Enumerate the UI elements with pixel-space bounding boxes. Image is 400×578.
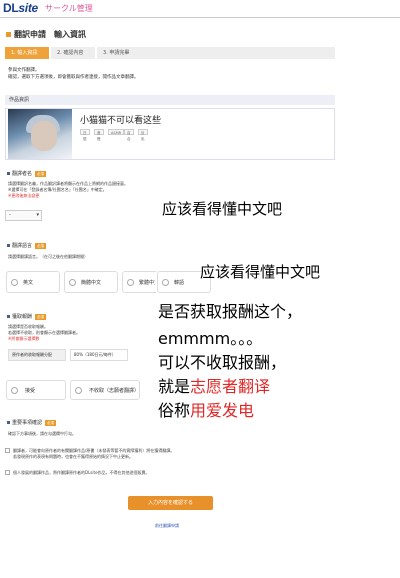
radio-icon	[69, 279, 76, 286]
translator-select[interactable]: - ▾	[5, 210, 42, 221]
section-marker-icon	[7, 244, 10, 247]
chevron-down-icon: ▾	[36, 212, 39, 218]
radio-icon	[162, 279, 169, 286]
annotation-line-g-highlight: 用爱发电	[190, 401, 255, 420]
thumbnail-face	[31, 121, 57, 151]
step-2: 2. 確認內容	[51, 47, 95, 59]
confirm-submit-button[interactable]: 入力內容を確認する	[128, 496, 213, 510]
back-link[interactable]: 前往翻譯申請	[155, 523, 179, 529]
step-1: 1. 輸入資訊	[5, 47, 49, 59]
step-indicator: 1. 輸入資訊 2. 確認內容 3. 申請完畢	[5, 47, 335, 59]
reward-option-accept[interactable]: 接受	[6, 380, 66, 400]
radio-icon	[127, 279, 134, 286]
confirm-note: 確認下方事項後，請在勾選欄中打勾。	[8, 431, 76, 436]
reward-share-label: 原作者的收取報酬分配	[8, 349, 66, 361]
page-title-text: 翻訳申請 輸入資訊	[14, 30, 86, 39]
tag: 日語	[80, 129, 90, 141]
work-section-header: 作品資訊	[5, 95, 335, 105]
language-note: 請選擇翻譯語言。（在可之後在他翻譯期間）	[8, 254, 88, 259]
reward-option-label: 不收取（志願者翻譯）	[89, 388, 140, 394]
required-badge: 必須	[45, 419, 57, 426]
top-header: DLsite サークル管理	[0, 0, 400, 16]
translator-select-value: -	[9, 212, 11, 218]
annotation-line-f: 就是志愿者翻译	[158, 378, 270, 396]
confirm-check-1-line-b: 若發現原作的表現有問題時，也會在不獲得原始的情況下中止更新。	[13, 454, 133, 459]
tag: 音聲	[94, 129, 104, 141]
confirm-check-2[interactable]: 個人發展的翻譯作品，將作翻譯原作者的DLsite作品，不得在其他途徑販賣。	[5, 470, 335, 476]
translator-note-3: ※更改後無法變更	[8, 193, 40, 198]
radio-icon	[11, 279, 18, 286]
reward-option-volunteer[interactable]: 不收取（志願者翻譯）	[70, 380, 140, 400]
annotation-line-e: 可以不收取报酬，	[158, 353, 287, 372]
annotation-line-d: emmmm。。。	[158, 329, 263, 348]
required-badge: 必須	[35, 170, 47, 177]
intro-text: 參與文作翻譯。 確認，選取下方選項後，即會獲取與作者連接，開作品文章翻譯。	[8, 67, 328, 81]
required-badge: 必須	[35, 242, 47, 249]
confirm-check-2-text: 個人發展的翻譯作品，將作翻譯原作者的DLsite作品，不得在其他途徑販賣。	[13, 470, 150, 475]
translator-title-text: 翻譯者名	[12, 171, 33, 177]
step-3: 3. 申請完畢	[97, 47, 335, 59]
checkbox-icon[interactable]	[5, 470, 10, 475]
intro-line-1: 參與文作翻譯。	[8, 68, 40, 73]
logo-dl: DL	[3, 1, 19, 15]
language-option-label: 韓語	[174, 280, 185, 286]
reward-section-title: 獲取報酬 必須	[7, 313, 47, 320]
dlsite-logo[interactable]: DLsite	[3, 1, 38, 15]
radio-icon	[11, 387, 18, 394]
annotation-line-c: 是否获取报酬这个，	[158, 302, 303, 321]
annotation-line-f-highlight: 志愿者翻译	[190, 377, 271, 396]
language-option-english[interactable]: 英文	[6, 271, 60, 293]
reward-option-label: 接受	[25, 388, 36, 394]
header-divider	[0, 17, 400, 18]
required-badge: 必須	[35, 313, 47, 320]
annotation-line-a: 应该看得懂中文吧	[162, 200, 283, 218]
language-option-simplified-chinese[interactable]: 簡體中文	[64, 271, 118, 293]
tag: 百合	[124, 129, 134, 141]
tag: ASMR	[108, 129, 125, 135]
title-marker-icon	[6, 32, 11, 37]
confirm-title-text: 重要事項確認	[12, 420, 43, 426]
translator-section-title: 翻譯者名 必須	[7, 170, 47, 177]
tag: 巨乳	[138, 129, 148, 141]
language-option-label: 簡體中文	[81, 280, 102, 286]
work-title[interactable]: 小猫猫不可以看这些	[80, 113, 161, 126]
reward-title-text: 獲取報酬	[12, 314, 33, 320]
intro-line-2: 確認，選取下方選項後，即會獲取與作者連接，開作品文章翻譯。	[8, 75, 139, 80]
annotation-line-b: 应该看得懂中文吧	[200, 263, 321, 281]
language-title-text: 翻譯語言	[12, 243, 33, 249]
reward-share-row: 原作者的收取報酬分配 80%（180日元/每件）	[8, 349, 128, 361]
radio-icon	[75, 387, 82, 394]
annotation-line-g-pre: 俗称	[158, 401, 191, 420]
confirm-check-1[interactable]: 翻譯者，可能會向原作者的有關翻譯作品/原書（未發表等暫不的實際獲利）將在獲得翻譯…	[5, 448, 335, 460]
translator-notes: 請選擇翻訳名義，作品翻訳譯者將顯示在作品上將網的作品鏈接裏。 ※選擇可在「登錄者…	[8, 181, 328, 199]
annotation-line-f-pre: 就是	[158, 377, 191, 396]
language-section-title: 翻譯語言 必須	[7, 242, 47, 249]
section-marker-icon	[7, 421, 10, 424]
checkbox-icon[interactable]	[5, 448, 10, 453]
section-marker-icon	[7, 172, 10, 175]
language-option-label: 英文	[23, 280, 34, 286]
annotation-line-g: 俗称用爱发电	[158, 402, 254, 420]
work-thumbnail[interactable]	[8, 109, 72, 159]
reward-share-value: 80%（180日元/每件）	[70, 349, 128, 361]
page-title: 翻訳申請 輸入資訊	[6, 29, 86, 40]
section-marker-icon	[7, 315, 10, 318]
circle-management-label[interactable]: サークル管理	[45, 3, 93, 14]
confirm-section-title: 重要事項確認 必須	[7, 419, 57, 426]
logo-site: site	[18, 1, 38, 15]
